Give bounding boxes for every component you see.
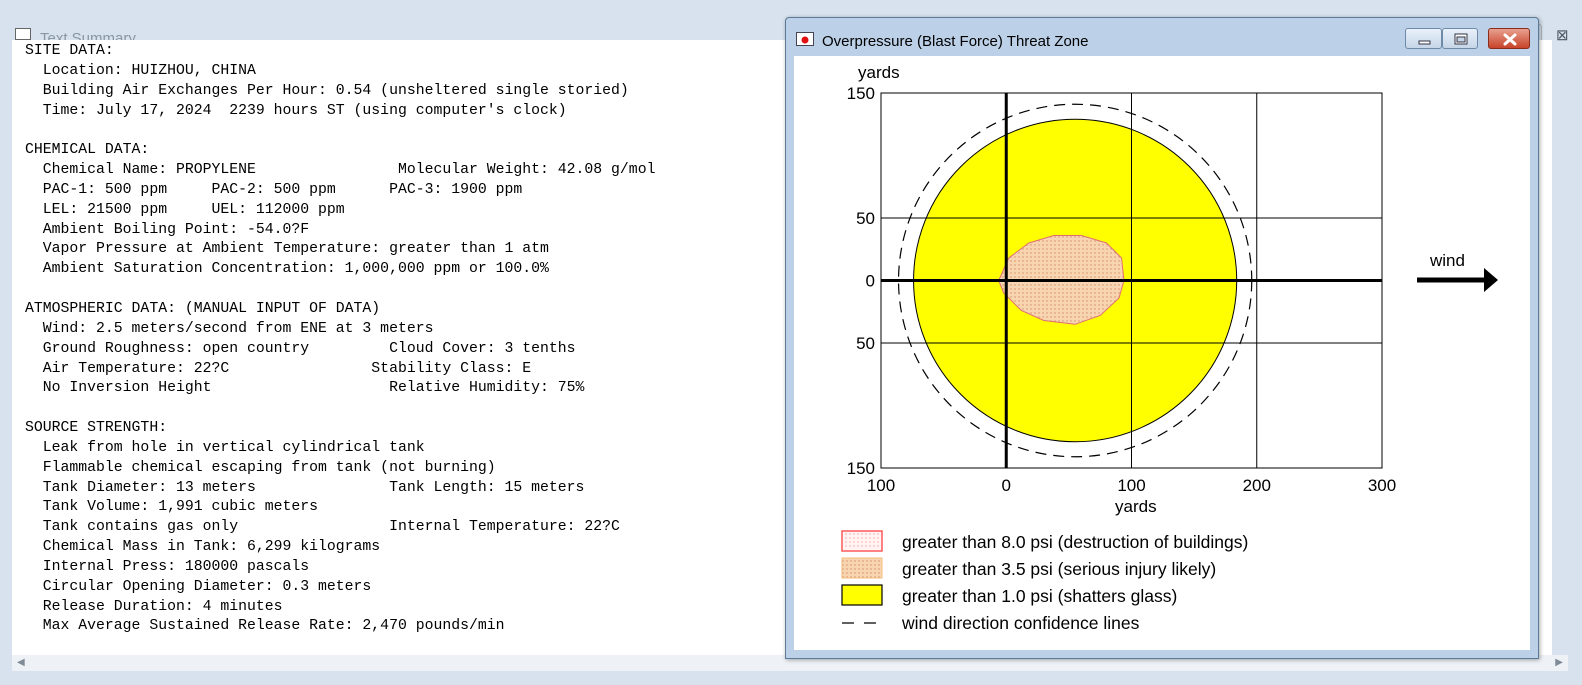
y-tick-label: 150 [847,84,875,103]
scroll-left-icon[interactable]: ◀ [17,657,25,668]
wind-arrow-icon [1417,268,1498,292]
legend-dot [873,537,875,539]
legend-swatch-3-5psi [841,557,883,579]
legend-label: greater than 1.0 psi (shatters glass) [902,586,1177,606]
legend-dot [865,541,867,543]
legend-dot [877,533,879,535]
legend-dot [845,533,847,535]
minimize-icon [1418,40,1431,45]
legend-label: wind direction confidence lines [901,613,1140,633]
x-axis-label: yards [1115,497,1157,516]
x-tick-label: 200 [1243,476,1271,495]
legend-dot [869,537,871,539]
threat-zone-chart: 100 0 100 200 300 150 50 0 50 150 yards yards win… [841,63,1498,633]
y-tick-label: 50 [856,334,875,353]
legend-dot [877,541,879,543]
legend-dot [853,545,855,547]
legend-dot [849,545,851,547]
legend-dot [869,545,871,547]
legend-dot [845,545,847,547]
legend-dot [877,537,879,539]
legend-dot [857,537,859,539]
x-tick-label: 300 [1368,476,1396,495]
legend-dot [873,533,875,535]
legend-dot [853,537,855,539]
legend-dot [845,541,847,543]
threat-zone-title: Overpressure (Blast Force) Threat Zone [822,33,1089,50]
legend-dot [865,533,867,535]
legend-dot [849,541,851,543]
legend-dot [857,533,859,535]
legend-dot [873,541,875,543]
legend-dot [849,533,851,535]
legend-dot [861,541,863,543]
legend-label: greater than 3.5 psi (serious injury lik… [902,559,1216,579]
legend-dot [865,537,867,539]
close-icon [1503,33,1517,46]
legend-dot [849,537,851,539]
legend-dot [869,541,871,543]
legend-dot [865,545,867,547]
scroll-right-icon[interactable]: ▶ [1555,657,1563,668]
restore-icon [1454,33,1468,45]
close-icon[interactable]: ⊠ [1556,26,1569,44]
y-axis-label: yards [858,63,900,82]
legend-dot [857,545,859,547]
legend-dot [861,533,863,535]
summary-text: SITE DATA: Location: HUIZHOU, CHINA Buil… [25,43,656,635]
y-tick-label: 0 [866,272,875,291]
legend-dot [853,541,855,543]
x-tick-label: 0 [1002,476,1011,495]
minimize-button[interactable] [1405,28,1442,49]
x-tick-label: 100 [1117,476,1145,495]
legend: greater than 8.0 psi (destruction of bui… [841,530,1248,633]
legend-dot [853,533,855,535]
threat-zone-app-icon [796,32,814,46]
legend-dot [861,545,863,547]
legend-dot [877,545,879,547]
y-tick-label: 150 [847,459,875,478]
legend-dot [857,541,859,543]
x-tick-label: 100 [867,476,895,495]
close-button[interactable] [1488,28,1530,49]
legend-swatch-1psi [841,584,883,606]
threat-zone-window: Overpressure (Blast Force) Threat Zone 1… [785,17,1539,659]
legend-dot [873,545,875,547]
maximize-button[interactable] [1442,28,1478,49]
threat-zone-plot-area: 100 0 100 200 300 150 50 0 50 150 yards yards win… [794,56,1530,650]
y-tick-label: 50 [856,209,875,228]
app-icon [15,28,31,40]
legend-dot [861,537,863,539]
wind-label: wind [1429,251,1465,270]
threat-zone-titlebar[interactable]: Overpressure (Blast Force) Threat Zone [786,18,1538,55]
legend-dot [869,533,871,535]
legend-dot [845,537,847,539]
legend-label: greater than 8.0 psi (destruction of bui… [902,532,1248,552]
